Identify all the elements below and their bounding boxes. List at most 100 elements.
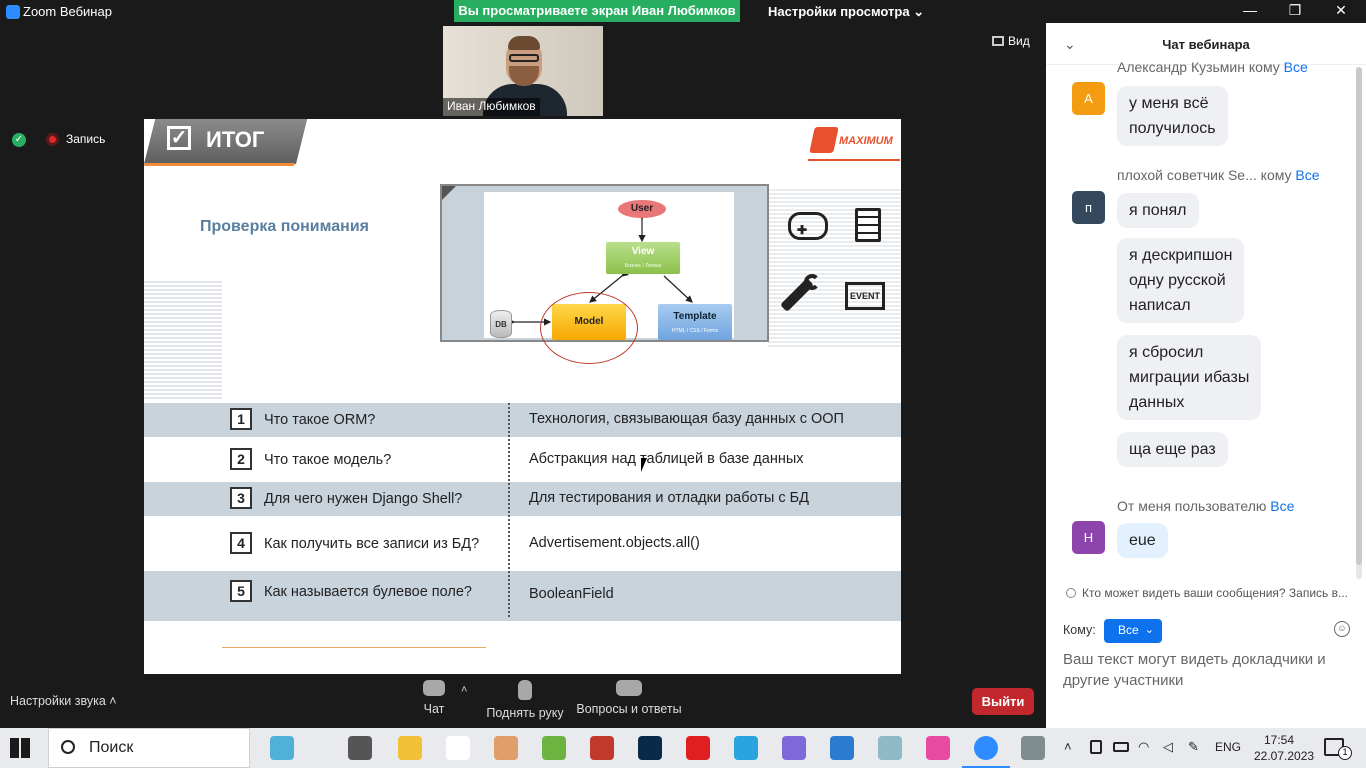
chevron-up-icon[interactable]: ˄ xyxy=(461,684,467,696)
language-indicator[interactable]: ENG xyxy=(1215,740,1241,754)
sender-name: плохой советчик Se... xyxy=(1117,167,1257,183)
message-bubble: я дескрипшон одну русской написал xyxy=(1117,238,1245,323)
to-word: кому xyxy=(1248,59,1280,75)
view-settings-label: Настройки просмотра xyxy=(768,4,910,19)
photoshop-icon[interactable] xyxy=(638,736,662,760)
avatar: А xyxy=(1072,82,1105,115)
viewing-screen-banner: Вы просматриваете экран Иван Любимков xyxy=(454,0,740,22)
vscode-icon[interactable] xyxy=(830,736,854,760)
row-number: 4 xyxy=(230,532,252,554)
zoom-icon[interactable] xyxy=(962,736,1010,768)
notification-icon[interactable]: 1 xyxy=(1324,738,1352,760)
chat-panel: Чат вебинара ⌄ Александр Кузьмин кому Вс… xyxy=(1046,23,1366,728)
wifi-icon[interactable]: ◠ xyxy=(1138,739,1149,755)
recording-indicator: ✓ Запись xyxy=(10,130,130,150)
audio-settings-button[interactable]: Настройки звука ˄ xyxy=(10,694,117,708)
recipient-link[interactable]: Все xyxy=(1284,59,1308,75)
notepad-icon[interactable] xyxy=(446,736,470,760)
row-answer: Абстракция над таблицей в базе данных xyxy=(529,451,804,467)
recipient-link[interactable]: Все xyxy=(1295,167,1319,183)
chat-button-label: Чат xyxy=(423,702,445,716)
taskbar: Поиск ˄ ◠ ◁ ✎ ENG 17:54 22.07.2023 1 xyxy=(0,728,1366,768)
logo-text: MAXIMUM xyxy=(839,135,893,147)
who-can-see-link[interactable]: Кто может видеть ваши сообщения? Запись … xyxy=(1066,586,1348,600)
message-line: я понял xyxy=(1129,202,1187,219)
diagram-canvas: User View Бизнес / Логика Model Template H… xyxy=(484,192,734,364)
scrollbar-thumb[interactable] xyxy=(1356,67,1362,565)
row-question: Как получить все записи из БД? xyxy=(264,536,480,552)
message-bubble: я сбросил миграции ибазы данных xyxy=(1117,335,1262,420)
shared-slide: ✓ ИТОГ MAXIMUM Проверка понимания User V… xyxy=(144,119,901,674)
discord-icon[interactable] xyxy=(782,736,806,760)
clock-date: 22.07.2023 xyxy=(1254,749,1315,763)
clock[interactable]: 17:54 22.07.2023 xyxy=(1254,732,1315,764)
windows-start-icon[interactable] xyxy=(10,738,30,758)
database-icon[interactable] xyxy=(1021,736,1045,760)
record-label: Запись xyxy=(66,132,106,146)
raise-hand-button[interactable]: Поднять руку xyxy=(484,680,566,720)
qa-row: 5 Как называется булевое поле? BooleanFi… xyxy=(144,571,901,621)
chevron-down-icon: ⌄ xyxy=(913,4,925,19)
recipient-select[interactable]: Все ⌄ xyxy=(1104,619,1162,643)
beach-app-icon[interactable] xyxy=(270,736,294,760)
tray-chevron-up-icon[interactable]: ˄ xyxy=(1064,739,1072,754)
message-line: я сбросил xyxy=(1129,344,1204,361)
gem-icon[interactable] xyxy=(926,736,950,760)
audio-settings-label: Настройки звука xyxy=(10,694,106,708)
minimize-button[interactable]: — xyxy=(1238,2,1262,20)
active-app-indicator xyxy=(962,760,1010,768)
volume-icon[interactable]: ◁ xyxy=(1163,739,1173,755)
task-view-icon[interactable] xyxy=(348,736,372,760)
yandex-icon[interactable] xyxy=(686,736,710,760)
abbyy-icon[interactable] xyxy=(590,736,614,760)
row-question: Для чего нужен Django Shell? xyxy=(264,491,463,507)
recipient-link[interactable]: Все xyxy=(1270,498,1294,514)
pen-icon[interactable]: ✎ xyxy=(1188,739,1199,755)
template-node: Template HTML / CSS / Forms xyxy=(658,304,732,340)
taskbar-search[interactable]: Поиск xyxy=(48,728,250,768)
view-button[interactable]: Вид xyxy=(992,34,1030,48)
battery-icon[interactable] xyxy=(1113,742,1129,752)
maximum-logo-icon xyxy=(809,127,839,153)
model-highlight-circle xyxy=(540,292,638,364)
paint-icon[interactable] xyxy=(494,736,518,760)
close-button[interactable]: ✕ xyxy=(1329,2,1353,20)
message-line: у меня всё xyxy=(1129,95,1209,112)
slide-heading: ИТОГ xyxy=(206,127,265,152)
emoji-icon[interactable]: ☺ xyxy=(1334,621,1350,637)
row-number: 3 xyxy=(230,487,252,509)
qa-row: 1 Что такое ORM? Технология, связывающая… xyxy=(144,403,901,437)
sender-name: От меня пользователю xyxy=(1117,498,1267,514)
hand-icon xyxy=(518,680,532,700)
sender-name: Александр Кузьмин xyxy=(1117,59,1245,75)
view-label: Вид xyxy=(1008,34,1030,48)
chat-scrollbar[interactable] xyxy=(1356,67,1362,579)
view-settings-button[interactable]: Настройки просмотра ⌄ xyxy=(768,4,924,20)
telegram-icon[interactable] xyxy=(734,736,758,760)
row-question: Что такое модель? xyxy=(264,452,392,468)
chat-button[interactable]: Чат xyxy=(418,680,450,716)
to-word: кому xyxy=(1260,167,1292,183)
record-dot-icon xyxy=(46,133,59,146)
message-line: ща еще раз xyxy=(1129,441,1216,458)
person-icon xyxy=(1066,588,1076,598)
chevron-down-icon[interactable]: ⌄ xyxy=(1064,36,1076,53)
leave-button[interactable]: Выйти xyxy=(972,688,1034,715)
file-explorer-icon[interactable] xyxy=(398,736,422,760)
message-line: я дескрипшон xyxy=(1129,247,1233,264)
row-answer: Для тестирования и отладки работы с БД xyxy=(529,490,809,506)
restore-button[interactable]: ❐ xyxy=(1283,2,1307,20)
row-number: 5 xyxy=(230,580,252,602)
view-node-sub: Бизнес / Логика xyxy=(624,263,662,269)
presenter-video[interactable]: Иван Любимков xyxy=(443,26,603,116)
qgis-icon[interactable] xyxy=(542,736,566,760)
slide-subtitle: Проверка понимания xyxy=(200,218,369,235)
qa-button[interactable]: Вопросы и ответы xyxy=(576,680,682,716)
heading-ribbon-edge xyxy=(144,163,295,166)
wrench-head-icon xyxy=(804,274,820,290)
sketch-icon[interactable] xyxy=(878,736,902,760)
meet-icon[interactable] xyxy=(1090,740,1102,754)
search-icon xyxy=(61,740,75,754)
raise-hand-label: Поднять руку xyxy=(486,706,564,720)
chat-input[interactable]: Ваш текст могут видеть докладчики и друг… xyxy=(1063,649,1353,693)
